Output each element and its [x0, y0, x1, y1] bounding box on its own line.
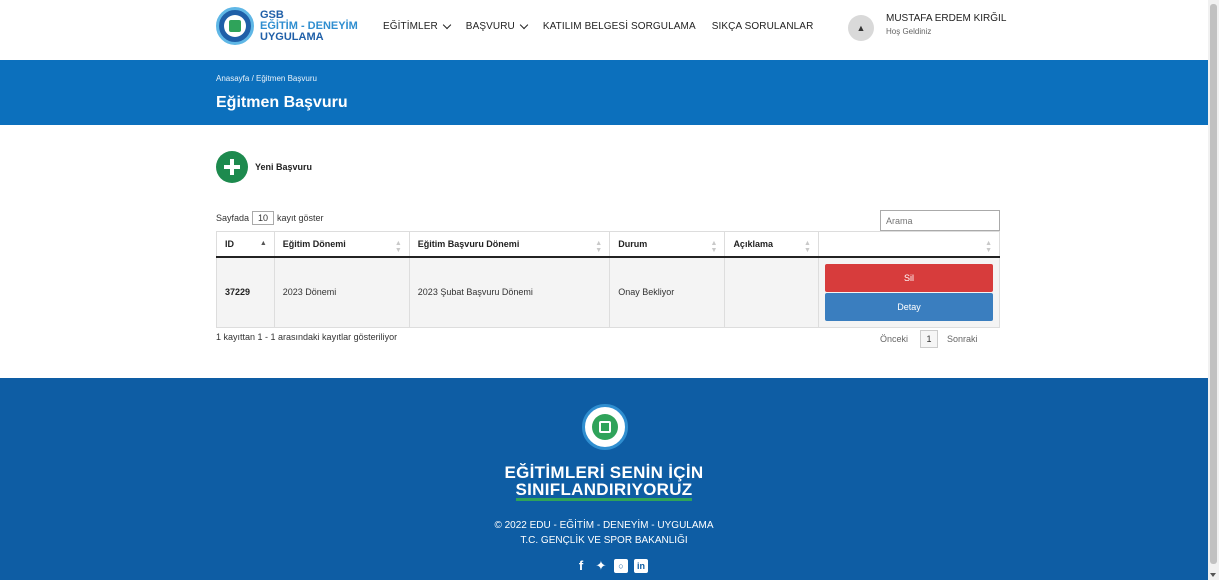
- cell-period: 2023 Dönemi: [273, 256, 410, 328]
- linkedin-icon[interactable]: in: [634, 559, 648, 573]
- pagination-previous[interactable]: Önceki: [880, 334, 908, 344]
- page-length-select[interactable]: 10: [252, 211, 275, 225]
- applications-table: ID ▲ Eğitim Dönemi ▲ ▼ Eğitim Başvuru Dön…: [216, 231, 1001, 328]
- column-header-description-label: Açıklama: [733, 238, 773, 249]
- cell-status: Onay Bekliyor: [609, 256, 726, 328]
- footer-slogan: EĞİTİMLERİ SENİN İÇİN SINIFLANDIRIYORUZ: [0, 464, 1208, 501]
- new-application-label: Yeni Başvuru: [255, 162, 313, 172]
- length-suffix: kayıt göster: [277, 213, 324, 223]
- top-header: GSB EĞİTİM - DENEYİM UYGULAMA EĞİTİMLER …: [0, 0, 1208, 60]
- sort-asc-icon: ▲: [259, 240, 267, 247]
- logo-line-1: GSB: [260, 8, 284, 21]
- facebook-icon[interactable]: f: [574, 559, 588, 573]
- user-icon: ▲: [856, 23, 866, 33]
- logo-line-2: EĞİTİM - DENEYİM: [260, 19, 358, 32]
- avatar[interactable]: ▲: [848, 15, 874, 41]
- pagination-page[interactable]: 1: [920, 330, 939, 348]
- length-prefix: Sayfada: [216, 213, 250, 223]
- pagination-next[interactable]: Sonraki: [947, 334, 978, 344]
- plus-circle-icon: [216, 151, 248, 183]
- scroll-down-arrow-icon[interactable]: [1210, 573, 1216, 577]
- main-nav: EĞİTİMLER BAŞVURU KATILIM BELGESİ SORGUL…: [383, 20, 829, 32]
- column-header-actions[interactable]: ▲ ▼: [817, 231, 1001, 258]
- slogan-line-1: EĞİTİMLERİ SENİN İÇİN: [504, 463, 704, 482]
- site-logo[interactable]: GSB EĞİTİM - DENEYİM UYGULAMA: [216, 7, 358, 45]
- nav-katilim-belgesi[interactable]: KATILIM BELGESİ SORGULAMA: [543, 21, 696, 32]
- column-header-id-label: ID: [225, 238, 234, 249]
- nav-egitimler[interactable]: EĞİTİMLER: [383, 20, 452, 32]
- chevron-down-icon: [519, 20, 529, 29]
- table-header-row: ID ▲ Eğitim Dönemi ▲ ▼ Eğitim Başvuru Dön…: [216, 231, 1001, 258]
- page-header-band: Anasayfa / Eğitmen Başvuru Eğitmen Başvu…: [0, 60, 1208, 125]
- nav-sss[interactable]: SIKÇA SORULANLAR: [712, 21, 814, 32]
- sort-icon: ▲ ▼: [804, 240, 811, 254]
- cell-actions: Sil Detay: [817, 256, 1001, 328]
- copyright-text: © 2022 EDU - EĞİTİM - DENEYİM - UYGULAMA: [494, 520, 714, 531]
- column-header-period-label: Eğitim Dönemi: [282, 238, 346, 249]
- nav-egitimler-label: EĞİTİMLER: [383, 21, 438, 32]
- logo-line-3: UYGULAMA: [260, 30, 324, 43]
- user-menu[interactable]: ▲ MUSTAFA ERDEM KIRĞIL Hoş Geldiniz: [848, 13, 1006, 41]
- pagination: Önceki 1 Sonraki: [880, 330, 978, 348]
- new-application-button[interactable]: Yeni Başvuru: [216, 151, 312, 183]
- nav-katilim-belgesi-label: KATILIM BELGESİ SORGULAMA: [542, 21, 696, 32]
- search-input[interactable]: [880, 210, 1000, 231]
- detail-button[interactable]: Detay: [824, 292, 993, 321]
- sort-icon: ▲ ▼: [394, 240, 402, 254]
- footer-copyright: © 2022 EDU - EĞİTİM - DENEYİM - UYGULAMA…: [0, 518, 1208, 548]
- footer-gsb-emblem-icon: [582, 404, 628, 450]
- logo-text: GSB EĞİTİM - DENEYİM UYGULAMA: [260, 8, 358, 43]
- scrollbar-thumb[interactable]: [1210, 4, 1217, 564]
- sort-icon: ▲ ▼: [710, 240, 718, 254]
- page-scrollbar[interactable]: [1208, 0, 1219, 580]
- gsb-emblem-icon: [216, 7, 254, 45]
- column-header-period[interactable]: Eğitim Dönemi ▲ ▼: [273, 231, 410, 258]
- cell-description: [724, 256, 819, 328]
- sort-icon: ▲ ▼: [985, 240, 992, 254]
- footer: EĞİTİMLERİ SENİN İÇİN SINIFLANDIRIYORUZ …: [0, 378, 1208, 580]
- page-length-control: Sayfada 10 kayıt göster: [216, 211, 324, 225]
- column-header-id[interactable]: ID ▲: [216, 231, 275, 258]
- table-row: 37229 2023 Dönemi 2023 Şubat Başvuru Dön…: [216, 256, 1001, 328]
- social-links: f ✦ ○ in: [574, 559, 648, 573]
- sort-icon: ▲ ▼: [595, 240, 603, 254]
- cell-application-period: 2023 Şubat Başvuru Dönemi: [408, 256, 611, 328]
- breadcrumb[interactable]: Anasayfa / Eğitmen Başvuru: [216, 74, 317, 83]
- user-greeting: Hoş Geldiniz: [886, 27, 932, 36]
- twitter-icon[interactable]: ✦: [594, 559, 608, 573]
- nav-sss-label: SIKÇA SORULANLAR: [711, 21, 814, 32]
- column-header-application-period[interactable]: Eğitim Başvuru Dönemi ▲ ▼: [408, 231, 611, 258]
- column-header-status[interactable]: Durum ▲ ▼: [609, 231, 726, 258]
- page-title: Eğitmen Başvuru: [216, 94, 348, 111]
- slogan-line-2: SINIFLANDIRIYORUZ: [515, 480, 693, 501]
- nav-basvuru-label: BAŞVURU: [465, 21, 515, 32]
- column-header-application-period-label: Eğitim Başvuru Dönemi: [417, 238, 520, 249]
- delete-button[interactable]: Sil: [824, 263, 993, 292]
- column-header-status-label: Durum: [618, 238, 648, 249]
- ministry-text: T.C. GENÇLİK VE SPOR BAKANLIĞI: [520, 535, 688, 546]
- nav-basvuru[interactable]: BAŞVURU: [465, 20, 529, 32]
- table-info: 1 kayıttan 1 - 1 arasındaki kayıtlar gös…: [216, 332, 398, 342]
- column-header-description[interactable]: Açıklama ▲ ▼: [724, 231, 819, 258]
- cell-id: 37229: [216, 256, 275, 328]
- user-name: MUSTAFA ERDEM KIRĞIL: [886, 13, 1007, 24]
- instagram-icon[interactable]: ○: [614, 559, 628, 573]
- chevron-down-icon: [442, 20, 452, 29]
